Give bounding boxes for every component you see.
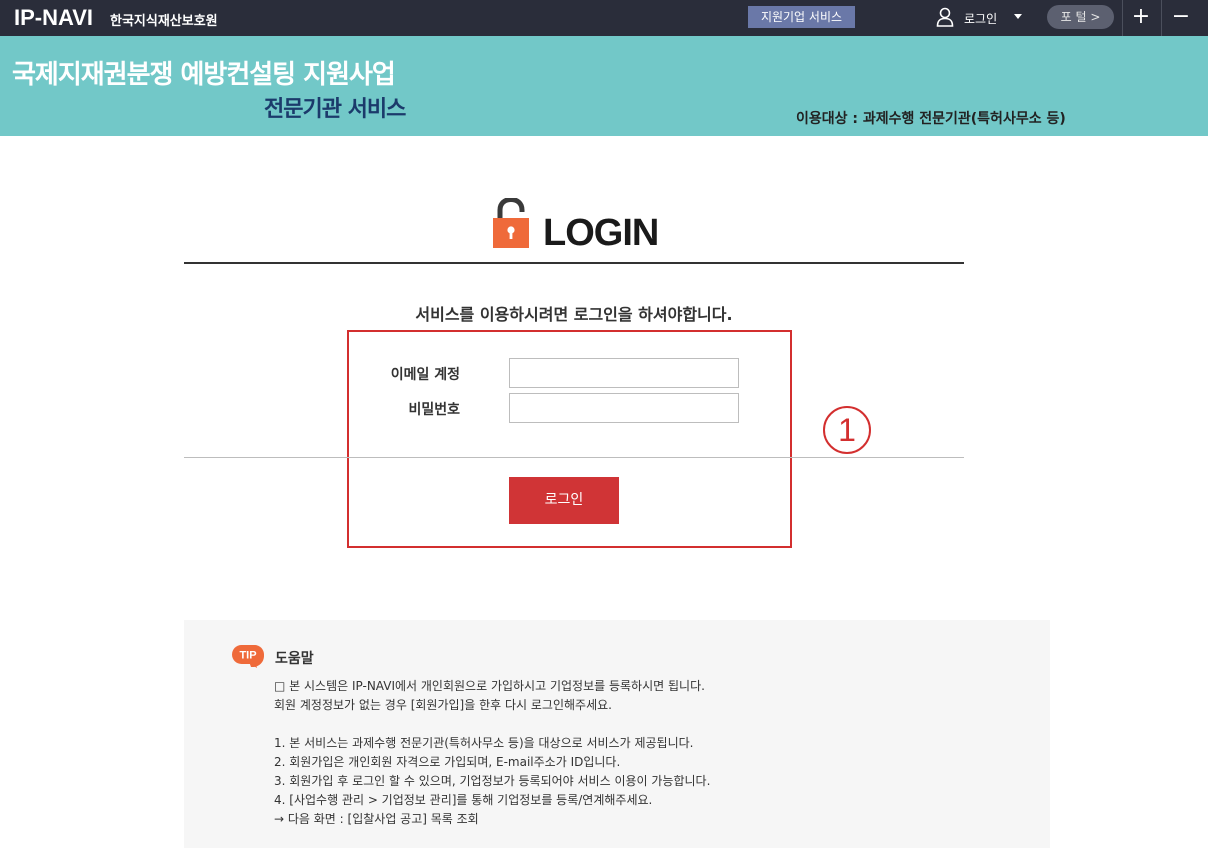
help-line: 3. 회원가입 후 로그인 할 수 있으며, 기업정보가 등록되어야 서비스 이… <box>274 774 711 788</box>
help-box: TIP 도움말 □ 본 시스템은 IP-NAVI에서 개인회원으로 가입하시고 … <box>184 620 1050 848</box>
company-service-button[interactable]: 지원기업 서비스 <box>748 6 855 28</box>
plus-icon[interactable]: + <box>1122 0 1160 36</box>
annotation-number: 1 <box>823 406 871 454</box>
login-button[interactable]: 로그인 <box>509 477 619 524</box>
portal-button[interactable]: 포 털 > <box>1047 5 1114 29</box>
banner-title: 국제지재권분쟁 예방컨설팅 지원사업 <box>12 60 396 90</box>
help-line: 1. 본 서비스는 과제수행 전문기관(특허사무소 등)을 대상으로 서비스가 … <box>274 736 694 750</box>
password-label: 비밀번호 <box>408 402 460 418</box>
user-icon[interactable] <box>936 7 954 27</box>
org-name: 한국지식재산보호원 <box>110 14 218 29</box>
login-notice: 서비스를 이용하시려면 로그인을 하셔야합니다. <box>415 305 733 324</box>
help-title: 도움말 <box>275 651 314 667</box>
divider <box>184 457 964 458</box>
minus-icon[interactable]: − <box>1162 0 1200 36</box>
banner-subtitle: 전문기관 서비스 <box>264 97 406 122</box>
help-line: □ 본 시스템은 IP-NAVI에서 개인회원으로 가입하시고 기업정보를 등록… <box>274 679 705 693</box>
email-label: 이메일 계정 <box>390 367 460 383</box>
login-menu[interactable]: 로그인 <box>964 10 997 27</box>
help-line: 2. 회원가입은 개인회원 자격으로 가입되며, E-mail주소가 ID입니다… <box>274 755 621 769</box>
tip-badge-icon: TIP <box>232 645 264 668</box>
tip-badge-text: TIP <box>239 650 256 662</box>
help-line: 회원 계정정보가 없는 경우 [회원가입]을 한후 다시 로그인해주세요. <box>274 698 612 712</box>
login-title: LOGIN <box>543 212 659 254</box>
divider <box>184 262 964 264</box>
password-field[interactable] <box>509 393 739 423</box>
top-bar: IP-NAVI 한국지식재산보호원 지원기업 서비스 로그인 포 털 > + − <box>0 0 1208 36</box>
unlock-icon <box>493 198 529 248</box>
ip-navi-logo[interactable]: IP-NAVI <box>14 5 93 31</box>
email-field[interactable] <box>509 358 739 388</box>
chevron-down-icon[interactable] <box>1014 14 1022 19</box>
help-line: → 다음 화면 : [입찰사업 공고] 목록 조회 <box>274 812 479 826</box>
banner-target: 이용대상 : 과제수행 전문기관(특허사무소 등) <box>796 111 1066 127</box>
help-line: 4. [사업수행 관리 > 기업정보 관리]를 통해 기업정보를 등록/연계해주… <box>274 793 653 807</box>
banner: 국제지재권분쟁 예방컨설팅 지원사업 전문기관 서비스 이용대상 : 과제수행 … <box>0 36 1208 136</box>
